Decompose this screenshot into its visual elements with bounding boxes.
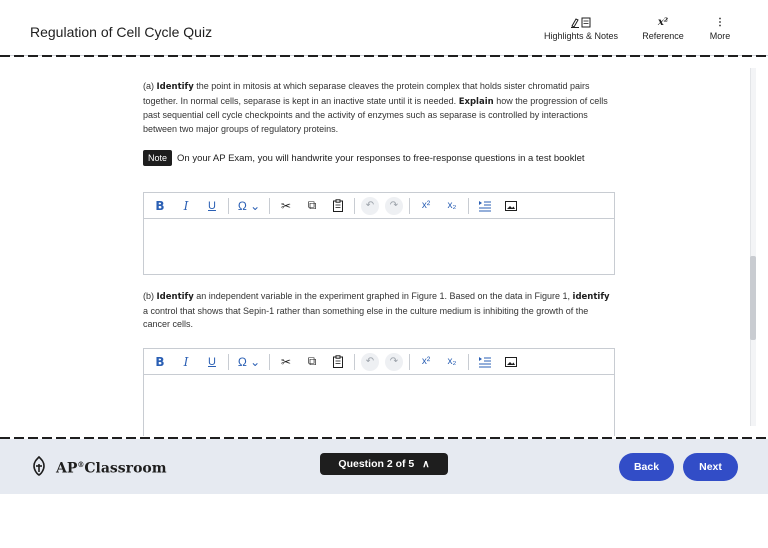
response-text-area-b[interactable] xyxy=(144,375,614,436)
note-badge: Note xyxy=(143,150,173,166)
torch-icon xyxy=(30,455,48,481)
superscript-button[interactable]: x² xyxy=(416,197,436,215)
brand-ap: AP xyxy=(56,460,78,477)
reference-label: Reference xyxy=(642,31,684,41)
response-editor-a: B I U Ω ⌄ ✂ ⧉ ↶ ↷ x² x₂ xyxy=(143,192,615,275)
highlights-notes-button[interactable]: Highlights & Notes xyxy=(540,16,622,41)
part-b-text-2: a control that shows that Sepin-1 rather… xyxy=(143,305,589,330)
editor-toolbar: B I U Ω ⌄ ✂ ⧉ ↶ ↷ x² x₂ xyxy=(144,193,614,219)
more-vertical-icon: ⋮ xyxy=(715,17,725,28)
part-b-prefix: (b) xyxy=(143,291,157,301)
bold-button[interactable]: B xyxy=(150,197,170,215)
cut-icon[interactable]: ✂ xyxy=(276,353,296,371)
toolbar-separator xyxy=(468,197,469,214)
chevron-up-icon: ∧ xyxy=(422,458,430,470)
italic-button[interactable]: I xyxy=(176,353,196,371)
paste-icon[interactable] xyxy=(328,197,348,215)
image-icon[interactable] xyxy=(501,197,521,215)
part-a-identify: Identify xyxy=(156,82,194,92)
more-label: More xyxy=(709,31,731,41)
indent-icon[interactable] xyxy=(475,197,495,215)
indent-icon[interactable] xyxy=(475,353,495,371)
page-background xyxy=(0,494,768,548)
next-button[interactable]: Next xyxy=(683,453,738,481)
highlights-notes-label: Highlights & Notes xyxy=(543,31,619,41)
toolbar-separator xyxy=(354,197,355,214)
highlighter-notes-icon xyxy=(540,16,622,29)
superscript-button[interactable]: x² xyxy=(416,353,436,371)
toolbar-separator xyxy=(269,353,270,370)
subscript-button[interactable]: x₂ xyxy=(442,353,462,371)
ap-classroom-logo: AP®Classroom xyxy=(30,455,167,481)
brand-classroom: Classroom xyxy=(84,460,167,477)
part-b-identify-2: identify xyxy=(572,292,610,302)
special-character-dropdown[interactable]: Ω ⌄ xyxy=(235,197,263,215)
response-text-area-a[interactable] xyxy=(144,219,614,274)
note-text: On your AP Exam, you will handwrite your… xyxy=(177,153,585,164)
response-editor-b: B I U Ω ⌄ ✂ ⧉ ↶ ↷ x² x₂ xyxy=(143,348,615,436)
redo-icon[interactable]: ↷ xyxy=(385,352,403,371)
bottom-bar: AP®Classroom Question 2 of 5 ∧ Back Next xyxy=(0,439,768,494)
scrollbar-track[interactable] xyxy=(750,68,756,426)
subscript-button[interactable]: x₂ xyxy=(442,197,462,215)
toolbar-separator xyxy=(354,353,355,370)
special-character-dropdown[interactable]: Ω ⌄ xyxy=(235,353,263,371)
question-navigator-button[interactable]: Question 2 of 5 ∧ xyxy=(320,453,448,475)
underline-button[interactable]: U xyxy=(202,353,222,371)
image-icon[interactable] xyxy=(501,353,521,371)
question-content: (a) Identify the point in mitosis at whi… xyxy=(0,58,768,436)
scrollbar-thumb[interactable] xyxy=(750,256,756,340)
toolbar-separator xyxy=(228,197,229,214)
top-bar: Regulation of Cell Cycle Quiz Highlights… xyxy=(0,0,768,56)
formula-icon: x² xyxy=(657,17,669,28)
copy-icon[interactable]: ⧉ xyxy=(302,353,322,371)
question-part-b: (b) Identify an independent variable in … xyxy=(143,290,615,332)
more-button[interactable]: ⋮ More xyxy=(700,16,740,41)
toolbar-separator xyxy=(409,197,410,214)
toolbar-separator xyxy=(228,353,229,370)
cut-icon[interactable]: ✂ xyxy=(276,197,296,215)
editor-toolbar: B I U Ω ⌄ ✂ ⧉ ↶ ↷ x² x₂ xyxy=(144,349,614,375)
redo-icon[interactable]: ↷ xyxy=(385,196,403,215)
undo-icon[interactable]: ↶ xyxy=(361,196,379,215)
part-a-explain: Explain xyxy=(458,96,494,107)
undo-icon[interactable]: ↶ xyxy=(361,352,379,371)
copy-icon[interactable]: ⧉ xyxy=(302,197,322,215)
question-part-a: (a) Identify the point in mitosis at whi… xyxy=(143,80,615,136)
top-divider xyxy=(0,55,768,57)
reference-button[interactable]: x² Reference xyxy=(638,16,688,41)
bold-button[interactable]: B xyxy=(150,353,170,371)
back-button[interactable]: Back xyxy=(619,453,674,481)
italic-button[interactable]: I xyxy=(176,197,196,215)
part-b-identify: Identify xyxy=(156,292,194,302)
brand-name: AP®Classroom xyxy=(56,460,167,477)
toolbar-separator xyxy=(468,353,469,370)
toolbar-separator xyxy=(269,197,270,214)
toolbar-separator xyxy=(409,353,410,370)
question-navigator-label: Question 2 of 5 xyxy=(338,458,415,470)
exam-note: Note On your AP Exam, you will handwrite … xyxy=(143,150,615,166)
part-a-prefix: (a) xyxy=(143,81,157,91)
part-b-text-1: an independent variable in the experimen… xyxy=(193,291,573,301)
paste-icon[interactable] xyxy=(328,353,348,371)
underline-button[interactable]: U xyxy=(202,197,222,215)
page-title: Regulation of Cell Cycle Quiz xyxy=(30,24,213,40)
